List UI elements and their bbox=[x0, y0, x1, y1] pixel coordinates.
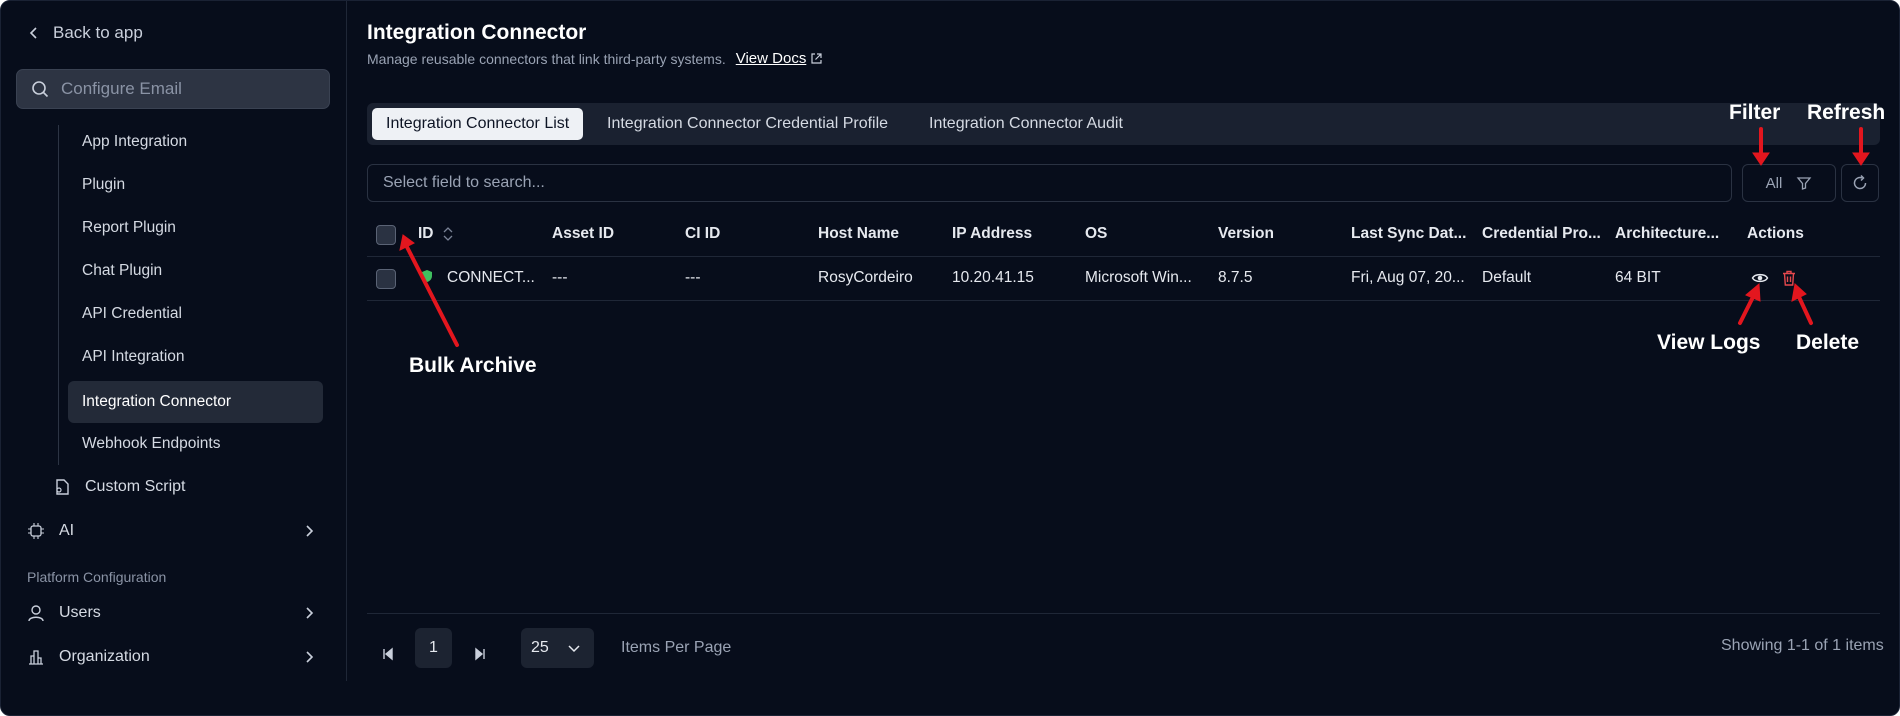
search-icon bbox=[32, 81, 49, 98]
sidebar-item-app-integration[interactable]: App Integration bbox=[82, 130, 187, 154]
cell-os: Microsoft Win... bbox=[1085, 269, 1192, 286]
sidebar-search-input[interactable] bbox=[61, 79, 301, 99]
page-title: Integration Connector bbox=[367, 21, 587, 44]
sidebar-item-report-plugin[interactable]: Report Plugin bbox=[82, 216, 176, 240]
sidebar-item-api-integration[interactable]: API Integration bbox=[82, 345, 185, 369]
cell-architecture: 64 BIT bbox=[1615, 269, 1661, 286]
tab-integration-connector-list[interactable]: Integration Connector List bbox=[372, 108, 584, 140]
column-header-ci-id: CI ID bbox=[685, 225, 721, 242]
column-header-ip-address: IP Address bbox=[952, 225, 1033, 242]
back-to-app-label: Back to app bbox=[53, 23, 143, 42]
external-link-icon bbox=[811, 53, 822, 64]
cell-asset-id: --- bbox=[552, 269, 568, 286]
section-label-platform-configuration: Platform Configuration bbox=[27, 569, 167, 585]
last-page-icon bbox=[475, 647, 485, 661]
column-header-credential-profile: Credential Pro... bbox=[1482, 225, 1601, 242]
column-header-architecture: Architecture... bbox=[1615, 225, 1720, 242]
showing-count: Showing 1-1 of 1 items bbox=[1721, 637, 1884, 654]
tab-integration-connector-audit[interactable]: Integration Connector Audit bbox=[929, 108, 1123, 140]
subtitle-text: Manage reusable connectors that link thi… bbox=[367, 50, 726, 67]
cell-ip-address: 10.20.41.15 bbox=[952, 269, 1034, 286]
sidebar-search[interactable] bbox=[16, 69, 330, 109]
items-per-page-label: Items Per Page bbox=[621, 639, 732, 656]
organization-label: Organization bbox=[59, 648, 150, 665]
tree-line bbox=[58, 125, 59, 465]
last-page-button[interactable] bbox=[466, 640, 494, 668]
column-header-actions: Actions bbox=[1747, 225, 1804, 242]
cell-id[interactable]: CONNECT... bbox=[447, 269, 535, 287]
table-header: ID Asset ID CI ID Host Name IP Address O… bbox=[367, 213, 1880, 257]
chevron-down-icon bbox=[568, 645, 580, 653]
view-docs-label: View Docs bbox=[735, 50, 807, 67]
script-file-icon bbox=[56, 479, 69, 495]
sort-icon bbox=[443, 227, 452, 241]
filter-value: All bbox=[1765, 174, 1783, 192]
column-header-version: Version bbox=[1218, 225, 1274, 242]
sidebar: Back to app App Integration Plugin Repor… bbox=[1, 1, 347, 681]
cell-ci-id: --- bbox=[685, 269, 701, 286]
cell-last-sync: Fri, Aug 07, 20... bbox=[1351, 269, 1465, 286]
filter-button[interactable]: All bbox=[1742, 164, 1836, 202]
annotation-bulk-archive-label: Bulk Archive bbox=[409, 354, 537, 377]
main-content: Integration Connector Manage reusable co… bbox=[367, 1, 1887, 715]
ai-label: AI bbox=[59, 522, 75, 539]
sidebar-item-webhook-endpoints[interactable]: Webhook Endpoints bbox=[82, 432, 220, 456]
delete-trash-icon[interactable] bbox=[1780, 269, 1798, 287]
field-search[interactable] bbox=[367, 164, 1732, 202]
sidebar-item-chat-plugin[interactable]: Chat Plugin bbox=[82, 259, 162, 283]
ai-chip-icon bbox=[28, 523, 44, 539]
sidebar-item-integration-connector[interactable]: Integration Connector bbox=[68, 381, 323, 423]
column-header-id-label: ID bbox=[418, 225, 434, 242]
column-header-asset-id: Asset ID bbox=[552, 225, 615, 242]
filter-funnel-icon bbox=[1796, 177, 1812, 190]
select-all-checkbox[interactable] bbox=[376, 225, 396, 245]
tab-integration-connector-credential-profile[interactable]: Integration Connector Credential Profile bbox=[607, 108, 888, 140]
organization-building-icon bbox=[29, 650, 43, 665]
first-page-button[interactable] bbox=[374, 640, 402, 668]
sidebar-item-api-credential[interactable]: API Credential bbox=[82, 302, 182, 326]
back-to-app-link[interactable]: Back to app bbox=[27, 21, 143, 45]
custom-script-label: Custom Script bbox=[85, 478, 186, 495]
cell-host-name: RosyCordeiro bbox=[818, 269, 913, 286]
status-shield-icon bbox=[422, 270, 432, 282]
sidebar-item-organization[interactable]: Organization bbox=[27, 645, 150, 669]
column-header-os: OS bbox=[1085, 225, 1108, 242]
table-row[interactable]: CONNECT... --- --- RosyCordeiro 10.20.41… bbox=[367, 257, 1880, 301]
table-footer-divider bbox=[367, 613, 1880, 614]
per-page-value: 25 bbox=[531, 639, 549, 656]
view-logs-eye-icon[interactable] bbox=[1751, 269, 1769, 287]
annotation-refresh-label: Refresh bbox=[1807, 101, 1886, 124]
annotation-view-logs-label: View Logs bbox=[1657, 331, 1761, 354]
column-header-last-sync: Last Sync Dat... bbox=[1351, 225, 1467, 242]
chevron-right-icon bbox=[306, 607, 314, 619]
refresh-icon bbox=[1853, 174, 1867, 190]
column-header-host-name: Host Name bbox=[818, 225, 899, 242]
column-header-id[interactable]: ID bbox=[418, 225, 454, 243]
row-checkbox[interactable] bbox=[376, 269, 396, 289]
sidebar-item-plugin[interactable]: Plugin bbox=[82, 173, 125, 197]
sidebar-item-custom-script[interactable]: Custom Script bbox=[53, 475, 185, 499]
field-search-input[interactable] bbox=[383, 174, 1683, 192]
tab-bar: Integration Connector List Integration C… bbox=[367, 103, 1880, 145]
current-page-button[interactable]: 1 bbox=[415, 628, 452, 668]
chevron-left-icon bbox=[29, 27, 37, 39]
page-subtitle: Manage reusable connectors that link thi… bbox=[367, 50, 823, 67]
chevron-right-icon bbox=[306, 525, 314, 537]
annotation-delete-label: Delete bbox=[1796, 331, 1860, 354]
cell-version: 8.7.5 bbox=[1218, 269, 1253, 286]
annotation-filter-label: Filter bbox=[1729, 101, 1781, 124]
chevron-right-icon bbox=[306, 651, 314, 663]
sidebar-item-ai[interactable]: AI bbox=[27, 519, 74, 543]
app-window: Back to app App Integration Plugin Repor… bbox=[0, 0, 1900, 716]
view-docs-link[interactable]: View Docs bbox=[736, 50, 824, 67]
users-label: Users bbox=[59, 604, 101, 621]
sidebar-item-users[interactable]: Users bbox=[27, 601, 101, 625]
refresh-button[interactable] bbox=[1841, 164, 1879, 202]
per-page-select[interactable]: 25 bbox=[521, 628, 594, 668]
first-page-icon bbox=[383, 647, 393, 661]
user-icon bbox=[28, 605, 44, 622]
cell-credential-profile: Default bbox=[1482, 269, 1532, 286]
